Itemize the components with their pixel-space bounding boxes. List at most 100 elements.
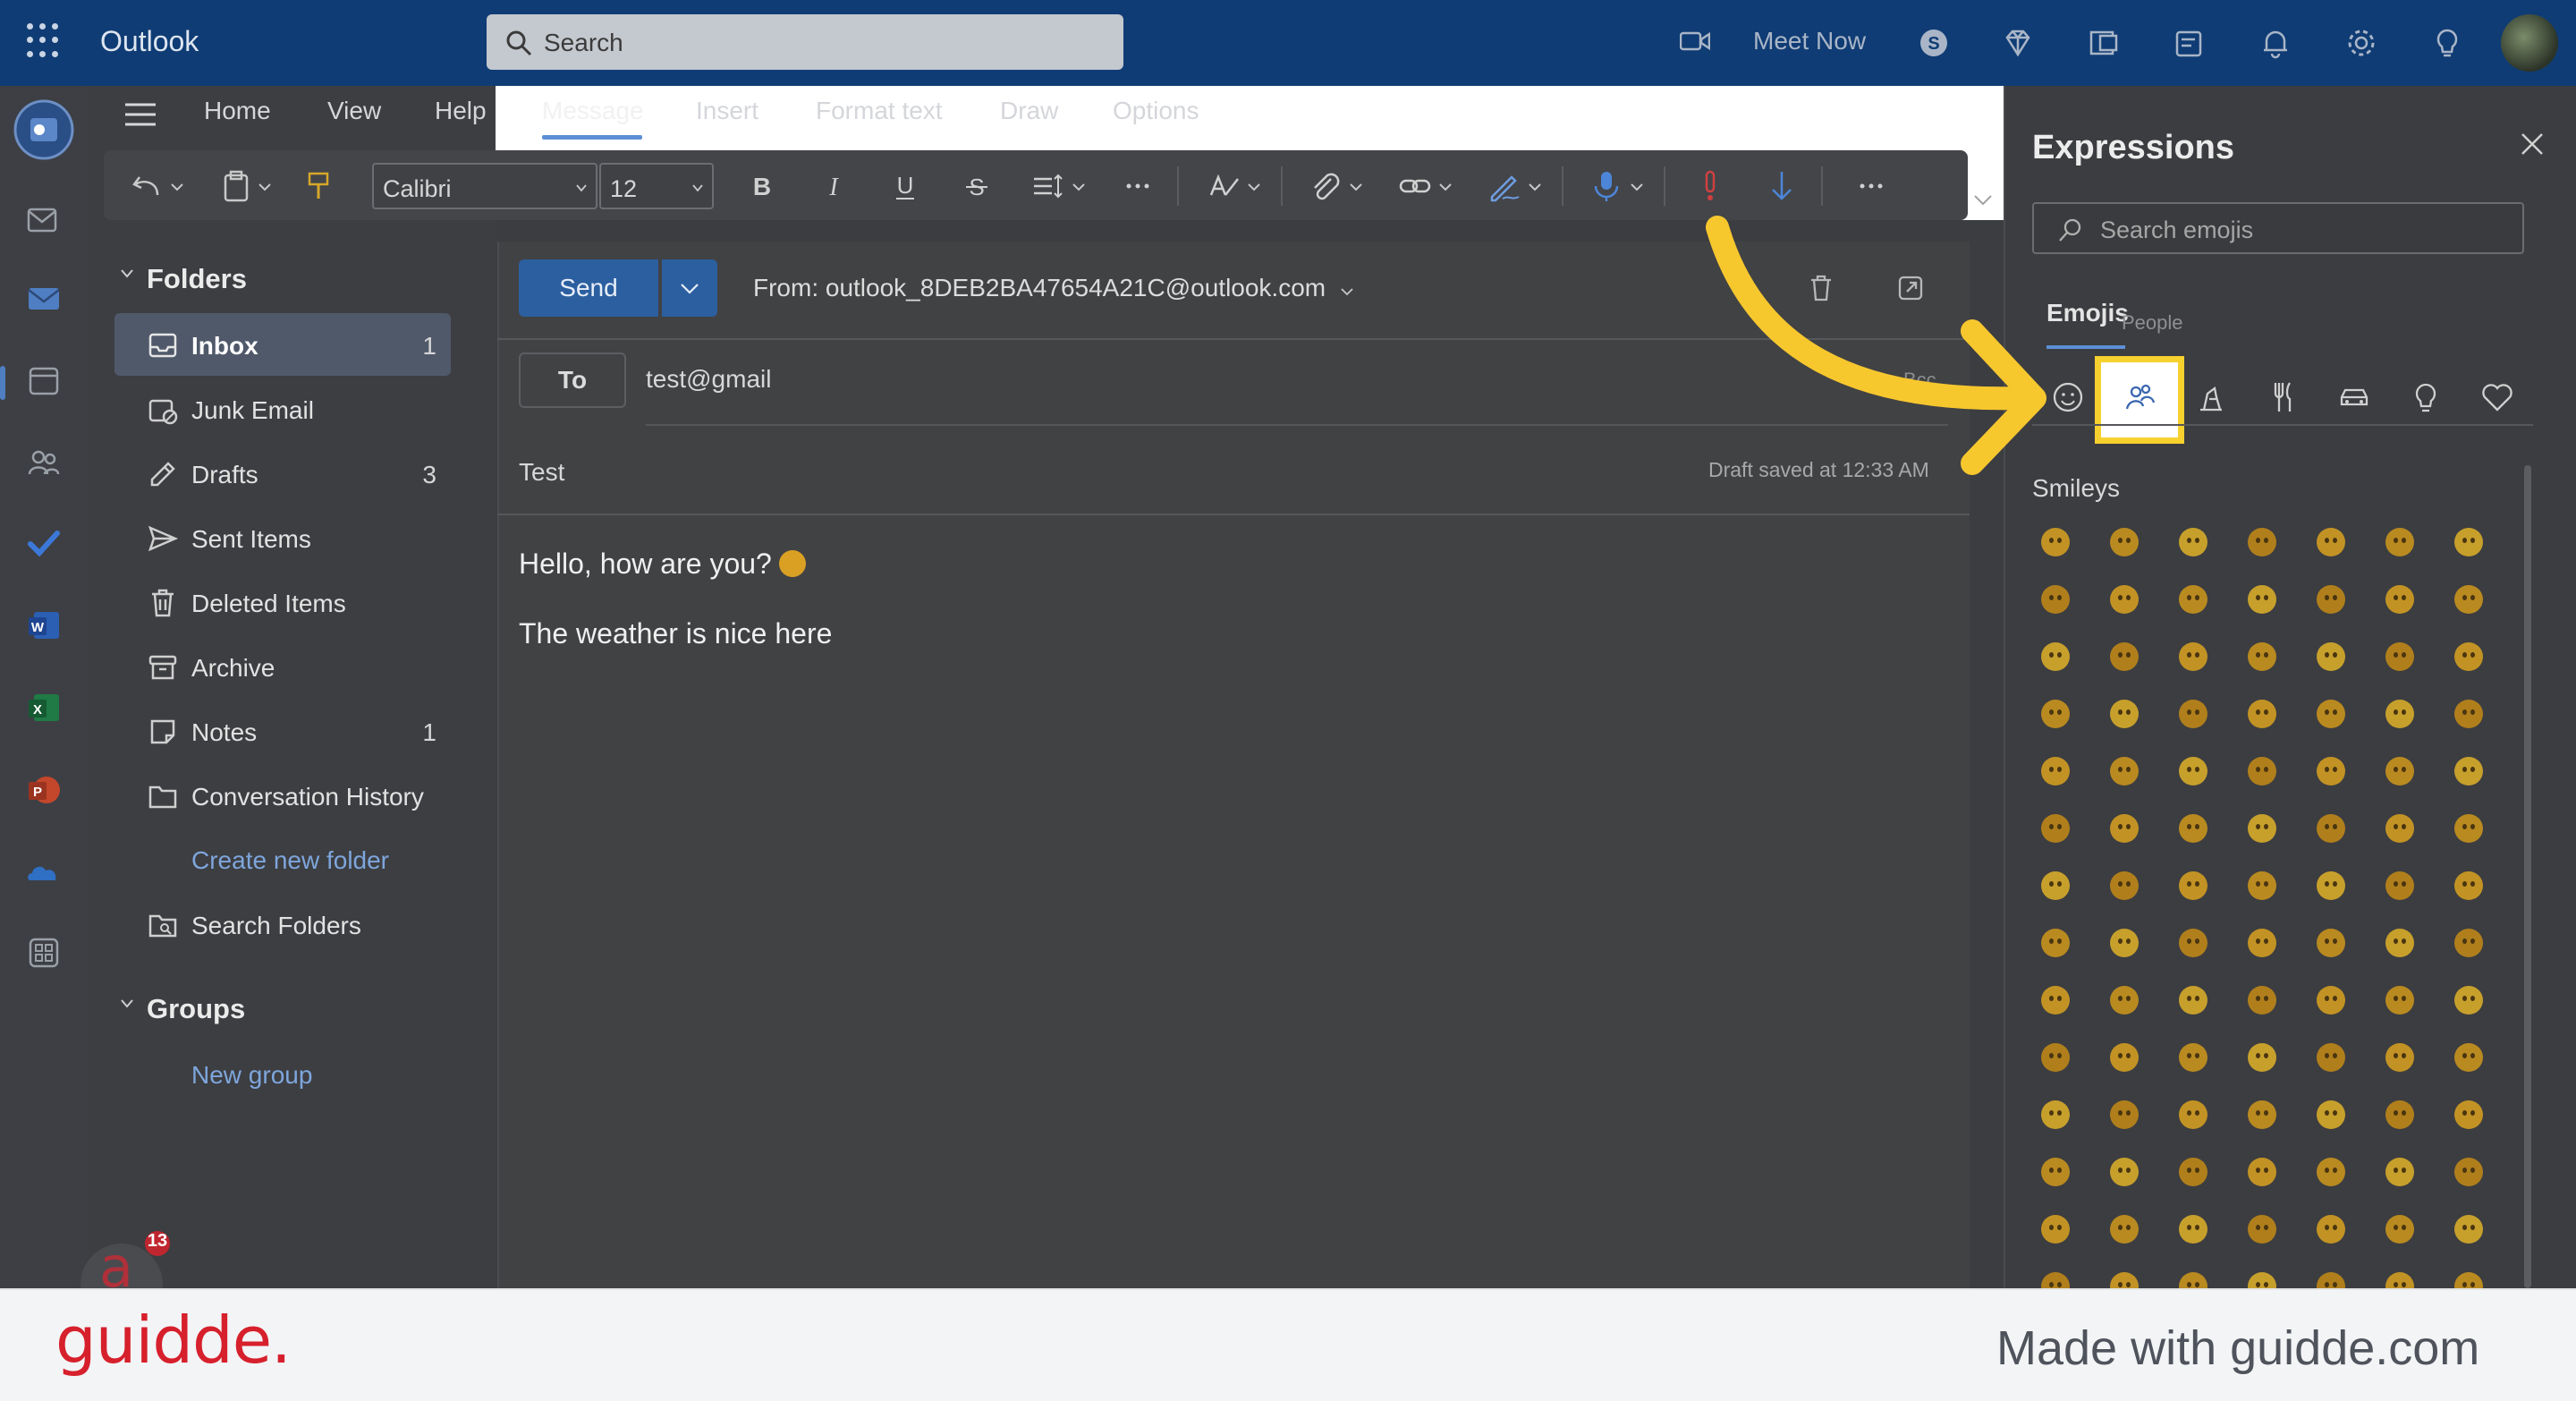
emoji-cell[interactable] [2248,929,2276,957]
emoji-cell[interactable] [2041,585,2070,614]
emoji-cell[interactable] [2041,1043,2070,1072]
undo-icon[interactable] [129,168,165,204]
emoji-cell[interactable] [2110,585,2139,614]
emoji-cell[interactable] [2317,642,2345,671]
link-dropdown-icon[interactable] [1436,168,1454,204]
emoji-cell[interactable] [2041,1272,2070,1288]
folder-junk-email[interactable]: Junk Email [114,378,451,440]
emoji-cell[interactable] [2110,700,2139,728]
tab-options[interactable]: Options [1113,97,1199,125]
folder-conversation-history[interactable]: Conversation History [114,764,451,827]
emoji-cell[interactable] [2385,757,2414,785]
emoji-cell[interactable] [2179,1272,2207,1288]
emoji-cell[interactable] [2179,585,2207,614]
emoji-cell[interactable] [2317,528,2345,556]
emoji-cell[interactable] [2385,528,2414,556]
clipboard-icon[interactable] [218,168,254,204]
word-icon[interactable]: W [25,607,63,644]
undo-dropdown-icon[interactable] [168,168,186,204]
emoji-cell[interactable] [2041,814,2070,843]
emoji-cell[interactable] [2454,929,2483,957]
tab-insert[interactable]: Insert [696,97,758,125]
food-icon[interactable] [2265,379,2301,415]
emoji-cell[interactable] [2317,986,2345,1015]
editor-dropdown-icon[interactable] [1245,168,1263,204]
emoji-cell[interactable] [2179,814,2207,843]
emoji-cell[interactable] [2179,1100,2207,1129]
folder-deleted-items[interactable]: Deleted Items [114,571,451,633]
tab-view[interactable]: View [327,97,381,125]
search-box[interactable]: Search [487,14,1123,70]
folder-notes[interactable]: Notes 1 [114,700,451,762]
powerpoint-icon[interactable]: P [25,771,63,809]
app-title[interactable]: Outlook [100,25,199,58]
emoji-cell[interactable] [2110,1158,2139,1186]
emoji-cell[interactable] [2385,871,2414,900]
office-icon[interactable] [2086,25,2122,61]
emoji-cell[interactable] [2179,871,2207,900]
editor-icon[interactable] [1206,168,1241,204]
attach-icon[interactable] [1308,168,1343,204]
emoji-cell[interactable] [2110,1100,2139,1129]
clipboard-dropdown-icon[interactable] [256,168,274,204]
line-spacing-icon[interactable] [1030,168,1066,204]
emoji-cell[interactable] [2248,1100,2276,1129]
emoji-cell[interactable] [2041,1100,2070,1129]
emoji-cell[interactable] [2248,871,2276,900]
people-icon[interactable] [2122,379,2157,415]
chevron-down-icon[interactable] [120,998,134,1009]
gear-icon[interactable] [2343,25,2379,61]
emoji-cell[interactable] [2248,757,2276,785]
emoji-cell[interactable] [2454,814,2483,843]
tab-draw[interactable]: Draw [1000,97,1058,125]
dictate-dropdown-icon[interactable] [1628,168,1646,204]
emoji-cell[interactable] [2385,1272,2414,1288]
signature-icon[interactable] [1487,168,1522,204]
from-address[interactable]: From: outlook_8DEB2BA47654A21C@outlook.c… [753,274,1354,302]
emoji-cell[interactable] [2110,757,2139,785]
emoji-cell[interactable] [2385,1215,2414,1244]
mail-icon[interactable] [25,279,63,317]
nature-icon[interactable] [2193,379,2229,415]
emoji-cell[interactable] [2317,1272,2345,1288]
close-icon[interactable] [2519,131,2546,157]
emoji-cell[interactable] [2317,814,2345,843]
emoji-cell[interactable] [2385,1100,2414,1129]
folder-drafts[interactable]: Drafts 3 [114,442,451,505]
bold-icon[interactable]: B [744,168,780,204]
lightbulb-icon[interactable] [2429,25,2465,61]
todo-icon[interactable] [25,524,63,562]
emoji-cell[interactable] [2110,528,2139,556]
emoji-cell[interactable] [2179,700,2207,728]
folders-heading[interactable]: Folders [147,263,247,295]
heart-icon[interactable] [2479,379,2515,415]
emoji-cell[interactable] [2317,700,2345,728]
tab-help[interactable]: Help [435,97,487,125]
meet-now-button[interactable]: Meet Now [1680,23,1866,59]
to-field[interactable]: test@gmail [646,365,771,394]
emoji-cell[interactable] [2041,642,2070,671]
emoji-cell[interactable] [2248,1158,2276,1186]
strikethrough-icon[interactable]: S [959,168,995,204]
folder-inbox[interactable]: Inbox 1 [114,313,451,376]
emoji-cell[interactable] [2110,1272,2139,1288]
emoji-cell[interactable] [2110,1215,2139,1244]
skype-icon[interactable]: S [1916,25,1952,61]
onedrive-icon[interactable] [25,853,63,891]
emoji-cell[interactable] [2041,986,2070,1015]
emoji-cell[interactable] [2385,642,2414,671]
emoji-cell[interactable] [2110,871,2139,900]
emoji-cell[interactable] [2454,1158,2483,1186]
new-mail-icon[interactable] [25,199,63,236]
emoji-cell[interactable] [2110,986,2139,1015]
emoji-cell[interactable] [2179,1215,2207,1244]
excel-icon[interactable]: X [25,689,63,726]
emoji-cell[interactable] [2385,814,2414,843]
emoji-cell[interactable] [2385,1158,2414,1186]
italic-icon[interactable]: I [816,168,852,204]
emoji-cell[interactable] [2385,929,2414,957]
folder-sent-items[interactable]: Sent Items [114,506,451,569]
tab-format-text[interactable]: Format text [816,97,943,125]
emoji-cell[interactable] [2385,1043,2414,1072]
tab-home[interactable]: Home [204,97,271,125]
